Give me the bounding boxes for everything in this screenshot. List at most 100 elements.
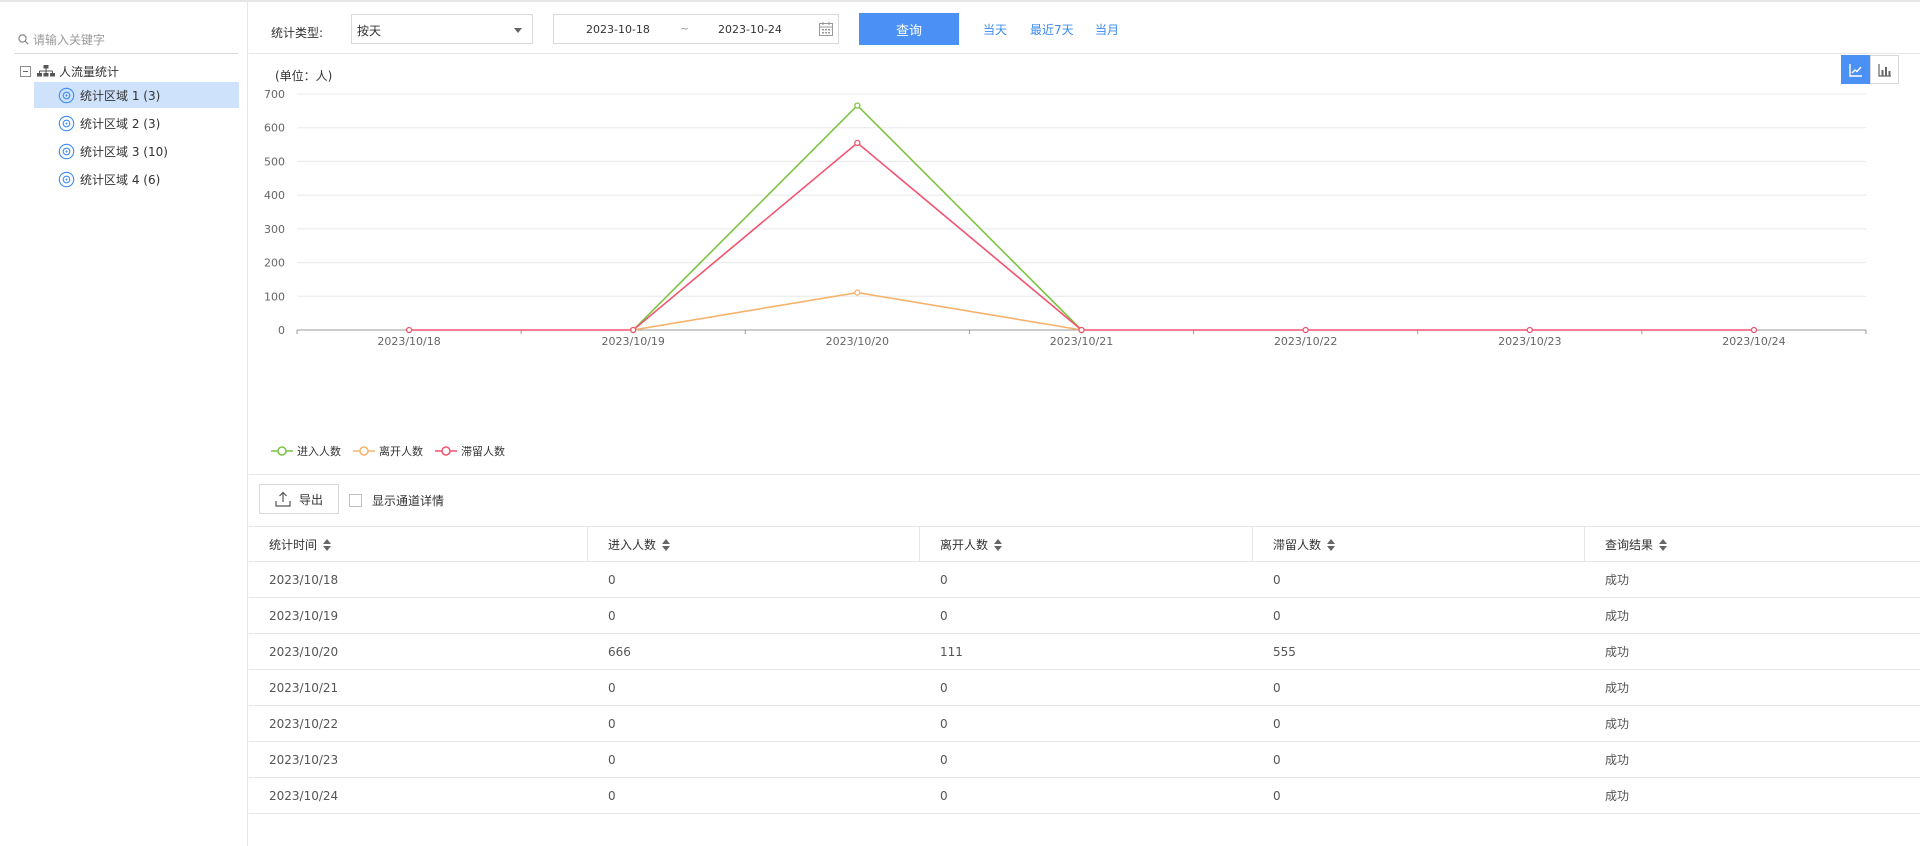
area-target-icon [58, 171, 75, 187]
cell-leave: 0 [940, 680, 948, 695]
cell-enter: 0 [608, 680, 616, 695]
x-tick-label: 2023/10/23 [1498, 335, 1561, 348]
cell-stay: 0 [1273, 716, 1281, 731]
x-tick-label: 2023/10/18 [377, 335, 440, 348]
cell-leave: 0 [940, 716, 948, 731]
line-chart-icon [1848, 63, 1862, 77]
unit-label: (单位：人) [275, 69, 333, 83]
show-channel-checkbox[interactable] [349, 494, 362, 507]
data-point-2 [1078, 326, 1085, 334]
data-point-2 [405, 326, 413, 334]
x-tick-label: 2023/10/20 [826, 335, 889, 348]
cell-time: 2023/10/21 [269, 680, 339, 695]
tree-root[interactable]: 人流量统计 [20, 60, 119, 82]
legend-label: 滞留人数 [461, 445, 505, 458]
sort-icon[interactable] [1327, 538, 1336, 551]
cell-leave: 0 [940, 788, 948, 803]
search-icon [18, 34, 29, 45]
chart-legend: 进入人数 离开人数 滞留人数 [271, 443, 517, 459]
table-row: 2023/10/21 0 0 0 成功 [249, 670, 1920, 706]
show-channel-label: 显示通道详情 [372, 494, 445, 508]
cell-result: 成功 [1605, 609, 1630, 623]
legend-item-stay[interactable]: 滞留人数 [435, 443, 505, 459]
tree-item-area-1[interactable]: 统计区域 1 (3) [34, 82, 239, 108]
cell-time: 2023/10/24 [269, 788, 339, 803]
cell-result: 成功 [1605, 645, 1630, 659]
sort-icon[interactable] [662, 538, 671, 551]
search-input[interactable] [33, 32, 223, 47]
stats-table: 统计时间 进入人数 离开人数 滞留人数 查询结果 2023/10/18 0 0 … [249, 526, 1920, 814]
cell-enter: 666 [608, 644, 631, 659]
column-header-label: 离开人数 [940, 538, 989, 552]
sort-icon[interactable] [323, 538, 332, 551]
tree-root-label: 人流量统计 [59, 64, 120, 79]
line-chart: 0 100 200 300 400 500 600 700 2023/10/18 2023/10/… [264, 88, 1867, 348]
quick-month-link[interactable]: 当月 [1095, 21, 1119, 38]
area-target-icon [58, 115, 75, 131]
data-point-2 [1750, 326, 1758, 334]
cell-leave: 0 [940, 572, 948, 587]
tree-item-area-2[interactable]: 统计区域 2 (3) [34, 110, 239, 136]
data-point-2 [1302, 326, 1309, 334]
collapse-icon[interactable] [20, 65, 31, 77]
sort-icon[interactable] [994, 538, 1003, 551]
column-header-result[interactable]: 查询结果 [1585, 527, 1920, 562]
tree-item-label: 统计区域 4 (6) [80, 172, 161, 187]
export-button[interactable]: 导出 [259, 484, 339, 514]
sidebar: 人流量统计 统计区域 1 (3) 统计区域 2 (3) 统 [0, 2, 248, 846]
column-header-leave[interactable]: 离开人数 [920, 527, 1253, 562]
column-header-label: 滞留人数 [1273, 538, 1322, 552]
legend-item-enter[interactable]: 进入人数 [271, 443, 341, 459]
cell-stay: 0 [1273, 572, 1281, 587]
cell-time: 2023/10/19 [269, 608, 339, 623]
export-label: 导出 [298, 492, 323, 507]
tree-item-label: 统计区域 3 (10) [80, 144, 168, 159]
cell-stay: 555 [1273, 644, 1296, 659]
table-row: 2023/10/22 0 0 0 成功 [249, 706, 1920, 742]
quick-today-link[interactable]: 当天 [983, 21, 1007, 38]
legend-label: 离开人数 [379, 445, 423, 458]
cell-stay: 0 [1273, 680, 1281, 695]
tree-item-label: 统计区域 1 (3) [80, 88, 161, 103]
tree-item-area-4[interactable]: 统计区域 4 (6) [34, 166, 239, 192]
end-date[interactable]: 2023-10-24 [718, 23, 782, 36]
chevron-down-icon [514, 28, 522, 33]
cell-leave: 111 [940, 644, 963, 659]
query-toolbar: 统计类型: 按天 2023-10-18 ~ 2023-10-24 查询 当天 最… [249, 2, 1920, 54]
stat-type-select[interactable]: 按天 [351, 14, 533, 44]
data-point-0 [854, 102, 861, 109]
bar-view-button[interactable] [1870, 55, 1899, 84]
line-view-button[interactable] [1841, 55, 1870, 84]
date-range-picker[interactable]: 2023-10-18 ~ 2023-10-24 [553, 14, 839, 44]
table-row: 2023/10/23 0 0 0 成功 [249, 742, 1920, 778]
quick-7days-link[interactable]: 最近7天 [1030, 21, 1074, 38]
cell-time: 2023/10/18 [269, 572, 339, 587]
table-row: 2023/10/24 0 0 0 成功 [249, 778, 1920, 814]
tree-item-area-3[interactable]: 统计区域 3 (10) [34, 138, 239, 164]
y-tick-label: 100 [264, 290, 285, 303]
column-header-enter[interactable]: 进入人数 [588, 527, 920, 562]
cell-result: 成功 [1605, 717, 1630, 731]
start-date[interactable]: 2023-10-18 [586, 23, 650, 36]
stat-type-value: 按天 [357, 24, 382, 38]
y-tick-label: 300 [264, 223, 285, 236]
data-point-2 [630, 326, 637, 334]
sort-icon[interactable] [1659, 538, 1668, 551]
org-tree-icon [37, 65, 55, 77]
series-line-2 [409, 141, 1754, 331]
legend-item-leave[interactable]: 离开人数 [353, 443, 423, 459]
cell-leave: 0 [940, 608, 948, 623]
data-point-2 [1526, 326, 1533, 334]
y-tick-label: 200 [264, 257, 285, 270]
cell-time: 2023/10/23 [269, 752, 339, 767]
column-header-label: 查询结果 [1605, 538, 1654, 552]
calendar-icon[interactable] [818, 21, 834, 37]
query-button[interactable]: 查询 [859, 13, 959, 45]
column-header-time[interactable]: 统计时间 [249, 527, 588, 562]
x-tick-label: 2023/10/19 [602, 335, 665, 348]
x-tick-label: 2023/10/21 [1050, 335, 1113, 348]
show-channel-toggle[interactable]: 显示通道详情 [349, 492, 444, 509]
cell-enter: 0 [608, 788, 616, 803]
sidebar-search [14, 26, 238, 54]
column-header-stay[interactable]: 滞留人数 [1253, 527, 1585, 562]
